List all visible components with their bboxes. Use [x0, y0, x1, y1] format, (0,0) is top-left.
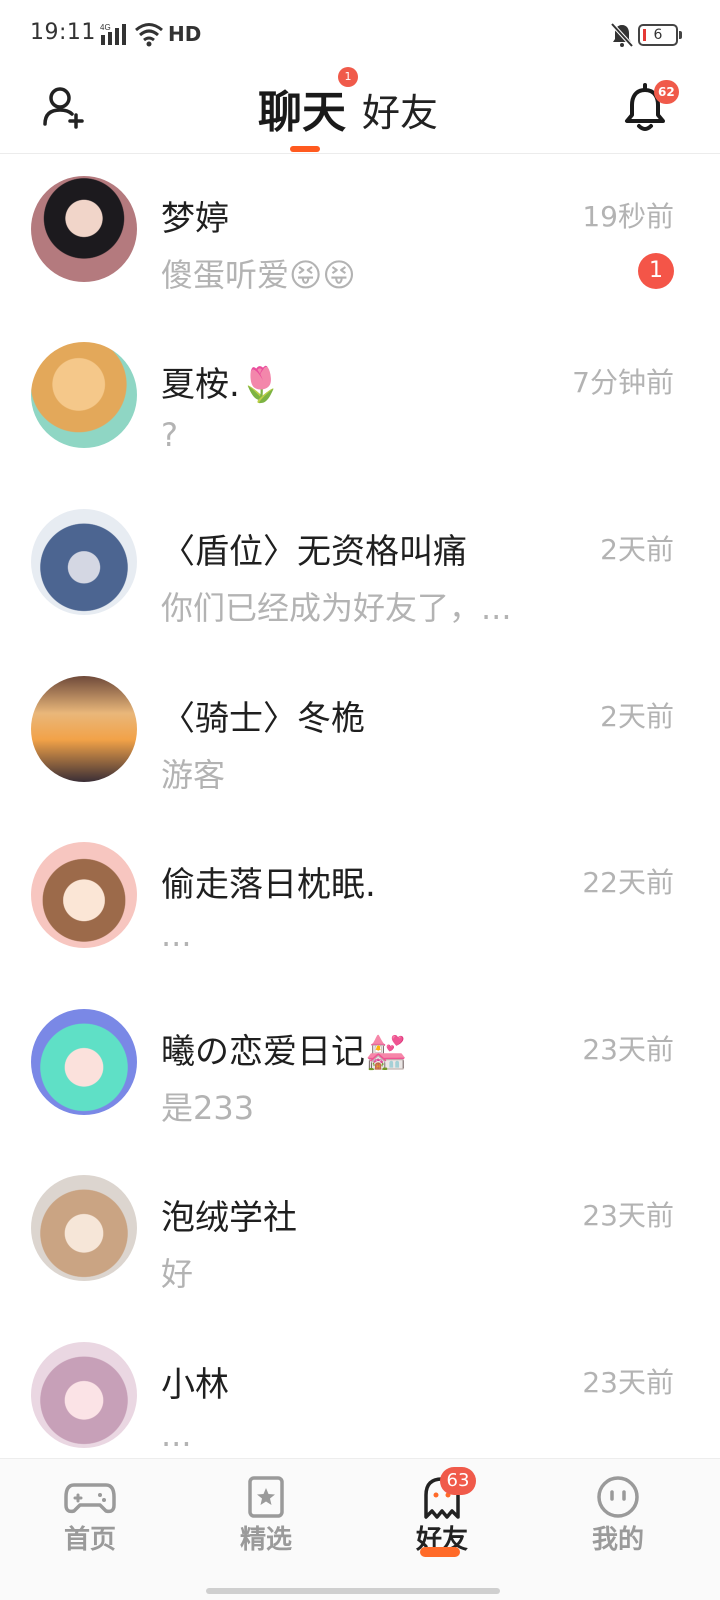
- chat-preview: ...: [161, 1416, 192, 1454]
- chat-item[interactable]: 泡绒学社 好 23天前: [0, 1154, 720, 1320]
- star-card-icon: [248, 1476, 284, 1518]
- chat-name: 小林: [161, 1365, 229, 1405]
- chat-name: 曦の恋爱日记💒: [161, 1032, 408, 1072]
- nav-mine[interactable]: 我的: [558, 1459, 678, 1569]
- chat-name: 夏桉.🌷: [161, 365, 283, 405]
- bell-muted-icon: [610, 22, 634, 48]
- nav-mine-label: 我的: [591, 1525, 644, 1555]
- friends-badge: 63: [440, 1467, 476, 1495]
- avatar[interactable]: [31, 176, 137, 282]
- avatar[interactable]: [31, 676, 137, 782]
- gamepad-icon: [64, 1483, 116, 1514]
- chat-name: 偷走落日枕眠.: [161, 865, 376, 905]
- smiley-face-icon: [597, 1476, 639, 1518]
- avatar[interactable]: [31, 1342, 137, 1448]
- chat-time: 7分钟前: [572, 366, 674, 399]
- chat-name: 〈骑士〉冬桅: [161, 699, 365, 739]
- battery-indicator: 6: [638, 24, 682, 46]
- avatar[interactable]: [31, 509, 137, 615]
- status-time: 19:11: [30, 20, 96, 45]
- chat-name: 〈盾位〉无资格叫痛: [161, 532, 467, 572]
- unread-badge: 1: [638, 253, 674, 289]
- chat-preview: 是233: [161, 1089, 255, 1127]
- network-type-label: HD: [168, 22, 202, 46]
- chat-time: 19秒前: [582, 200, 674, 233]
- avatar[interactable]: [31, 842, 137, 948]
- chat-item[interactable]: 曦の恋爱日记💒 是233 23天前: [0, 988, 720, 1154]
- top-header: 聊天 1 好友 62: [0, 67, 720, 154]
- nav-featured[interactable]: 精选: [206, 1459, 326, 1569]
- chat-item[interactable]: 偷走落日枕眠. ... 22天前: [0, 821, 720, 987]
- chat-preview: 游客: [161, 756, 226, 794]
- chat-item[interactable]: 〈盾位〉无资格叫痛 你们已经成为好友了，... 2天前: [0, 488, 720, 654]
- chat-time: 23天前: [582, 1033, 674, 1066]
- nav-home-label: 首页: [63, 1525, 116, 1555]
- chat-time: 23天前: [582, 1199, 674, 1232]
- avatar[interactable]: [31, 342, 137, 448]
- svg-text:4G: 4G: [100, 23, 111, 32]
- chat-time: 23天前: [582, 1366, 674, 1399]
- chat-preview: ...: [161, 916, 192, 954]
- chat-item[interactable]: 梦婷 傻蛋听爱😝😝 19秒前 1: [0, 155, 720, 321]
- nav-featured-label: 精选: [239, 1525, 292, 1555]
- chat-preview: 你们已经成为好友了，...: [161, 589, 512, 627]
- wifi-icon: [135, 23, 163, 47]
- tab-friends[interactable]: 好友: [362, 82, 438, 137]
- chat-item[interactable]: 夏桉.🌷 ? 7分钟前: [0, 321, 720, 487]
- chat-time: 22天前: [582, 866, 674, 899]
- chat-item[interactable]: 〈骑士〉冬桅 游客 2天前: [0, 655, 720, 821]
- chat-name: 泡绒学社: [161, 1198, 297, 1238]
- chat-time: 2天前: [600, 700, 674, 733]
- status-bar: 19:11 4G HD 6: [0, 0, 720, 70]
- avatar[interactable]: [31, 1009, 137, 1115]
- nav-home[interactable]: 首页: [30, 1459, 150, 1569]
- chat-preview: 傻蛋听爱😝😝: [161, 256, 356, 294]
- avatar[interactable]: [31, 1175, 137, 1281]
- add-friend-icon[interactable]: [40, 84, 86, 130]
- cellular-signal-icon: 4G: [100, 23, 126, 45]
- tab-chat[interactable]: 聊天: [258, 76, 346, 140]
- nav-active-underline: [420, 1547, 460, 1557]
- chat-tab-badge: 1: [338, 67, 358, 87]
- bottom-navigation: 首页 精选 好友 63 我的: [0, 1458, 720, 1600]
- active-tab-indicator: [290, 146, 320, 152]
- chat-time: 2天前: [600, 533, 674, 566]
- home-indicator[interactable]: [206, 1588, 500, 1594]
- chat-preview: 好: [161, 1255, 194, 1293]
- chat-preview: ?: [161, 416, 178, 454]
- notification-badge: 62: [654, 80, 679, 104]
- chat-name: 梦婷: [161, 199, 229, 239]
